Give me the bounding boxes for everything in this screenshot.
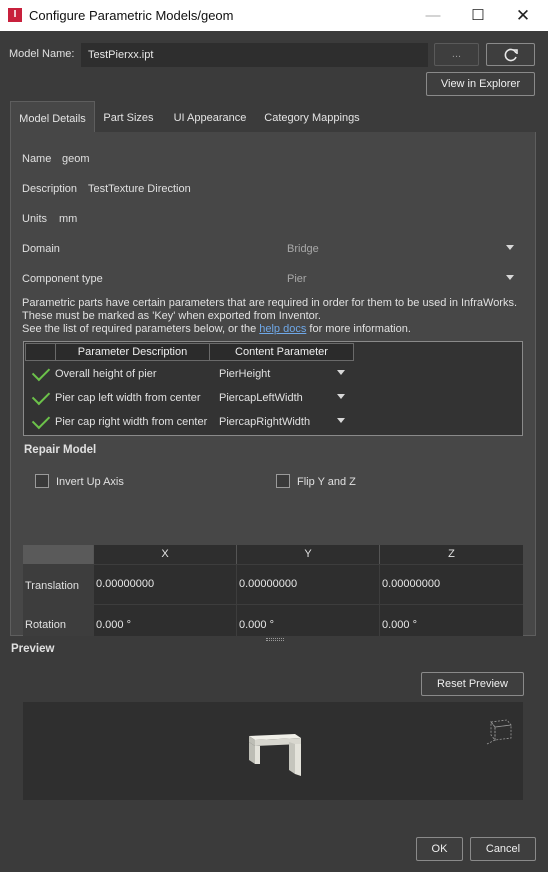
preview-title: Preview bbox=[11, 643, 55, 655]
units-value: mm bbox=[59, 213, 78, 225]
invert-up-axis-checkbox[interactable] bbox=[35, 474, 49, 488]
info-line-3-prefix: See the list of required parameters belo… bbox=[22, 323, 260, 335]
refresh-button[interactable] bbox=[486, 43, 535, 66]
description-label: Description bbox=[22, 183, 78, 195]
tab-model-details[interactable]: Model Details bbox=[10, 101, 95, 133]
tab-ui-appearance[interactable]: UI Appearance bbox=[168, 101, 252, 133]
parameter-description-header: Parameter Description bbox=[55, 343, 210, 361]
rotation-z-cell[interactable]: 0.000 ° bbox=[380, 605, 523, 636]
translation-z-cell[interactable]: 0.00000000 bbox=[380, 565, 523, 604]
view-in-explorer-button[interactable]: View in Explorer bbox=[426, 72, 535, 96]
inventor-app-icon: I bbox=[8, 8, 22, 22]
cancel-button[interactable]: Cancel bbox=[470, 837, 536, 861]
grid-corner bbox=[23, 545, 94, 564]
check-icon bbox=[31, 410, 51, 430]
chevron-down-icon bbox=[506, 245, 514, 250]
flip-y-and-z-checkbox[interactable] bbox=[276, 474, 290, 488]
translation-x-cell[interactable]: 0.00000000 bbox=[94, 565, 236, 604]
refresh-icon bbox=[504, 48, 518, 62]
check-icon bbox=[31, 362, 51, 382]
content-parameter-value: PiercapRightWidth bbox=[219, 416, 311, 428]
transform-grid: X Y Z Translation 0.00000000 0.00000000 … bbox=[23, 545, 523, 636]
flip-y-and-z-label: Flip Y and Z bbox=[297, 476, 356, 488]
maximize-button[interactable]: ☐ bbox=[455, 0, 501, 31]
pier-model-preview bbox=[249, 734, 301, 776]
grid-header-x: X bbox=[94, 545, 237, 564]
translation-y-cell[interactable]: 0.00000000 bbox=[237, 565, 379, 604]
parameter-description: Overall height of pier bbox=[55, 368, 157, 380]
component-type-label: Component type bbox=[22, 273, 103, 285]
name-label: Name bbox=[22, 153, 52, 165]
repair-model-title: Repair Model bbox=[24, 444, 97, 456]
title-bar: I Configure Parametric Models/geom — ☐ ✕ bbox=[0, 0, 548, 31]
content-parameter-value: PierHeight bbox=[219, 368, 271, 380]
reset-preview-button[interactable]: Reset Preview bbox=[421, 672, 524, 696]
name-value: geom bbox=[62, 153, 90, 165]
domain-dropdown[interactable]: Bridge bbox=[282, 238, 520, 260]
view-cube-icon[interactable] bbox=[481, 716, 515, 746]
close-button[interactable]: ✕ bbox=[500, 0, 546, 31]
rotation-x-cell[interactable]: 0.000 ° bbox=[94, 605, 236, 636]
content-parameter-header: Content Parameter bbox=[209, 343, 354, 361]
content-parameter-dropdown[interactable]: PiercapRightWidth bbox=[217, 412, 347, 430]
tab-part-sizes[interactable]: Part Sizes bbox=[97, 101, 160, 133]
rotation-y-cell[interactable]: 0.000 ° bbox=[237, 605, 379, 636]
chevron-down-icon bbox=[337, 370, 345, 375]
chevron-down-icon bbox=[337, 418, 345, 423]
chevron-down-icon bbox=[506, 275, 514, 280]
required-parameters-table: Parameter Description Content Parameter … bbox=[23, 341, 523, 436]
tab-category-mappings[interactable]: Category Mappings bbox=[260, 101, 364, 133]
check-icon bbox=[31, 386, 51, 406]
content-parameter-dropdown[interactable]: PiercapLeftWidth bbox=[217, 388, 347, 406]
status-column-header bbox=[25, 343, 56, 361]
component-type-dropdown[interactable]: Pier bbox=[282, 268, 520, 290]
grid-header-z: Z bbox=[380, 545, 523, 564]
tab-strip: Model Details Part Sizes UI Appearance C… bbox=[10, 101, 536, 133]
parameter-description: Pier cap left width from center bbox=[55, 392, 201, 404]
description-value: TestTexture Direction bbox=[88, 183, 191, 195]
domain-label: Domain bbox=[22, 243, 60, 255]
content-parameter-dropdown[interactable]: PierHeight bbox=[217, 364, 347, 382]
window-title: Configure Parametric Models/geom bbox=[29, 8, 234, 23]
chevron-down-icon bbox=[337, 394, 345, 399]
info-line-2: These must be marked as 'Key' when expor… bbox=[22, 310, 321, 322]
model-name-field[interactable]: TestPierxx.ipt bbox=[81, 43, 428, 67]
model-name-label: Model Name: bbox=[9, 48, 75, 60]
model-preview-viewport[interactable] bbox=[23, 702, 523, 800]
rotation-row-label: Rotation bbox=[25, 619, 66, 631]
parameter-description: Pier cap right width from center bbox=[55, 416, 208, 428]
grid-header-y: Y bbox=[237, 545, 380, 564]
browse-button[interactable]: ... bbox=[434, 43, 479, 66]
ok-button[interactable]: OK bbox=[416, 837, 463, 861]
info-line-3: See the list of required parameters belo… bbox=[22, 323, 411, 335]
units-label: Units bbox=[22, 213, 48, 225]
component-type-value: Pier bbox=[287, 273, 307, 285]
info-line-1: Parametric parts have certain parameters… bbox=[22, 297, 518, 309]
minimize-button[interactable]: — bbox=[410, 0, 456, 31]
translation-row-label: Translation bbox=[25, 580, 80, 592]
info-line-3-suffix: for more information. bbox=[306, 323, 411, 335]
content-parameter-value: PiercapLeftWidth bbox=[219, 392, 303, 404]
invert-up-axis-label: Invert Up Axis bbox=[56, 476, 124, 488]
domain-value: Bridge bbox=[287, 243, 319, 255]
splitter-handle[interactable] bbox=[266, 638, 284, 641]
help-docs-link[interactable]: help docs bbox=[259, 323, 306, 335]
